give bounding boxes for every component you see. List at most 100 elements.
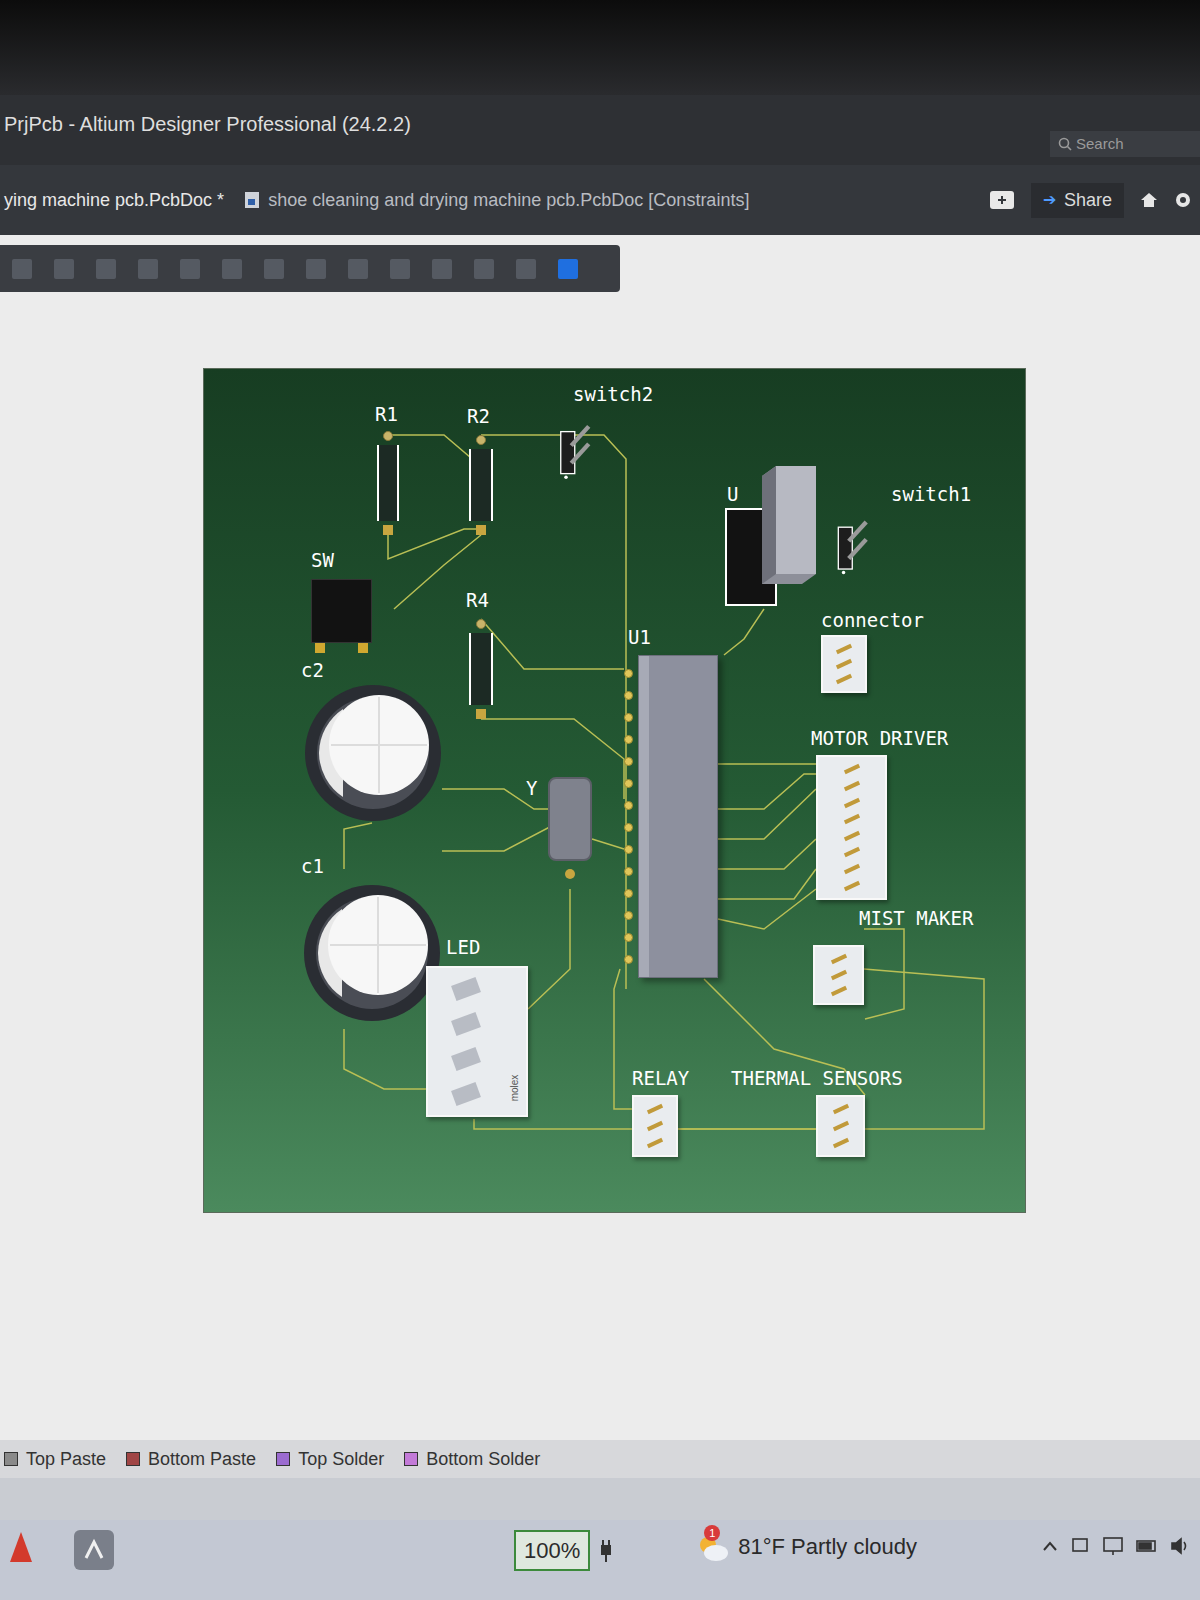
tab-bar: ying machine pcb.PcbDoc * shoe cleaning a… (0, 165, 1200, 235)
ic-pin (624, 779, 633, 788)
layer-tab[interactable]: Bottom Solder (404, 1446, 540, 1473)
layer-tab[interactable]: Top Solder (276, 1446, 384, 1473)
ic-pin (624, 735, 633, 744)
tool-icon[interactable] (432, 259, 452, 279)
share-button[interactable]: ➔Share (1031, 183, 1124, 218)
component-label: switch2 (573, 383, 653, 405)
ic-pin (624, 889, 633, 898)
connector[interactable] (816, 1095, 865, 1157)
screen-gap (0, 1478, 1200, 1520)
component-label: MOTOR DRIVER (811, 727, 948, 749)
ic-pin (624, 911, 633, 920)
resistor[interactable] (469, 619, 493, 719)
ic-pin (624, 669, 633, 678)
window-title: PrjPcb - Altium Designer Professional (2… (4, 109, 411, 139)
component-label: U (727, 483, 738, 505)
tactile-switch[interactable] (311, 579, 372, 653)
resistor[interactable] (469, 435, 493, 535)
weather-badge: 1 (704, 1525, 720, 1541)
component-label: THERMAL SENSORS (731, 1067, 903, 1089)
connector[interactable] (821, 635, 867, 693)
tool-icon[interactable] (516, 259, 536, 279)
ic-pin (624, 823, 633, 832)
tool-icon[interactable] (474, 259, 494, 279)
crystal[interactable] (548, 777, 592, 879)
component-label: RELAY (632, 1067, 689, 1089)
display-icon[interactable] (1102, 1536, 1124, 1556)
component-label: U1 (628, 626, 651, 648)
network-icon[interactable] (1070, 1536, 1090, 1556)
altium-logo-icon (82, 1538, 106, 1562)
ic-pin (624, 845, 633, 854)
component-label: R1 (375, 403, 398, 425)
capacitor-icon[interactable] (303, 683, 443, 823)
microcontroller[interactable] (638, 655, 718, 978)
battery-icon[interactable] (1136, 1539, 1158, 1553)
component-label: c2 (301, 659, 324, 681)
search-icon (1058, 137, 1072, 151)
gear-icon[interactable] (1174, 191, 1192, 209)
connector[interactable]: molex (426, 966, 528, 1117)
monitor-bezel (0, 0, 1200, 95)
layer-swatch (4, 1452, 18, 1466)
title-bar: PrjPcb - Altium Designer Professional (2… (0, 95, 1200, 165)
connector-marking: molex (510, 1075, 520, 1102)
volume-icon[interactable] (1170, 1537, 1192, 1555)
tool-icon[interactable] (390, 259, 410, 279)
layer-tab[interactable]: Bottom Paste (126, 1446, 256, 1473)
tool-icon[interactable] (306, 259, 326, 279)
ic-pin (624, 713, 633, 722)
pcb-board[interactable]: molexR1R2switch2Uswitch1SWR4connectorU1c… (204, 369, 1025, 1212)
tool-icon[interactable] (180, 259, 200, 279)
tool-icon[interactable] (138, 259, 158, 279)
document-tab[interactable]: ying machine pcb.PcbDoc * (0, 183, 228, 218)
ic-pin (624, 801, 633, 810)
tool-icon[interactable] (222, 259, 242, 279)
component-label: MIST MAKER (859, 907, 973, 929)
tool-icon[interactable] (264, 259, 284, 279)
connector[interactable] (632, 1095, 678, 1157)
ic-pin (624, 933, 633, 942)
layer-swatch (126, 1452, 140, 1466)
resistor[interactable] (377, 431, 399, 535)
plug-icon (598, 1539, 614, 1563)
pin-header-icon[interactable] (831, 515, 877, 576)
feedback-icon[interactable] (989, 190, 1015, 210)
tool-icon[interactable] (54, 259, 74, 279)
search-field[interactable]: Search (1050, 131, 1200, 157)
layer-swatch (276, 1452, 290, 1466)
tool-icon[interactable] (558, 259, 578, 279)
chevron-up-icon[interactable] (1042, 1540, 1058, 1552)
document-tab[interactable]: shoe cleaning and drying machine pcb.Pcb… (240, 183, 753, 218)
acrobat-icon[interactable] (8, 1530, 34, 1564)
taskbar: 100% 1 81°F Partly cloudy (0, 1520, 1200, 1600)
component-label: switch1 (891, 483, 971, 505)
ic-pin (624, 867, 633, 876)
pcb-canvas[interactable]: molexR1R2switch2Uswitch1SWR4connectorU1c… (0, 235, 1200, 1440)
connector[interactable] (816, 755, 887, 900)
layer-tab[interactable]: Top Paste (4, 1446, 106, 1473)
component-label: Y (526, 777, 537, 799)
tool-icon[interactable] (96, 259, 116, 279)
altium-app-icon[interactable] (74, 1530, 114, 1570)
component-label: c1 (301, 855, 324, 877)
component-label: R2 (467, 405, 490, 427)
document-icon (244, 191, 260, 209)
ic-pin (624, 955, 633, 964)
screen: PrjPcb - Altium Designer Professional (2… (0, 0, 1200, 1600)
component-label: LED (446, 936, 480, 958)
ic-pin (624, 757, 633, 766)
component-label: connector (821, 609, 924, 631)
layer-tab-bar: Top Paste Bottom Paste Top Solder Bottom So… (0, 1440, 1200, 1478)
weather-text[interactable]: 81°F Partly cloudy (738, 1530, 917, 1563)
home-icon[interactable] (1140, 191, 1158, 209)
tool-icon[interactable] (12, 259, 32, 279)
connector[interactable] (813, 945, 864, 1005)
capacitor-icon[interactable] (302, 883, 442, 1023)
ic-pin (624, 691, 633, 700)
toolbar (0, 245, 620, 292)
tool-icon[interactable] (348, 259, 368, 279)
zoom-level[interactable]: 100% (514, 1530, 590, 1571)
layer-swatch (404, 1452, 418, 1466)
pin-header-icon[interactable] (559, 415, 594, 485)
